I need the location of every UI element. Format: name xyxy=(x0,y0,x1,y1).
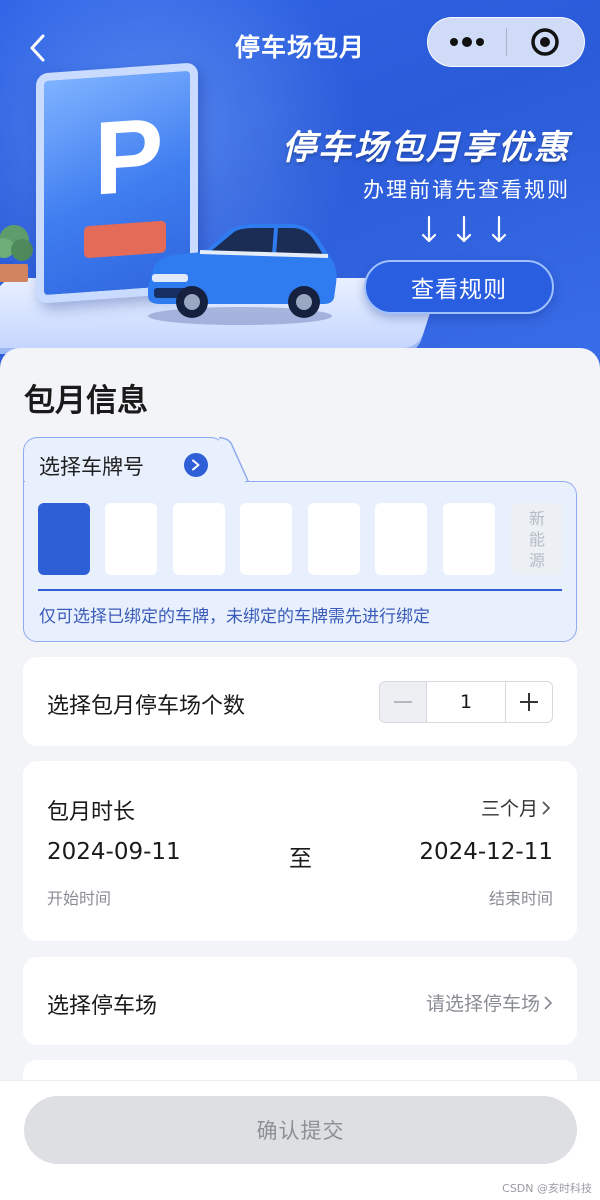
minus-icon xyxy=(394,701,412,703)
plate-hint: 仅可选择已绑定的车牌，未绑定的车牌需先进行绑定 xyxy=(39,607,430,627)
plate-tab-cover xyxy=(24,481,245,493)
duration-label: 包月时长 xyxy=(47,800,136,825)
end-date[interactable]: 2024-12-11 xyxy=(419,839,553,865)
view-rules-button[interactable]: 查看规则 xyxy=(364,260,554,314)
date-separator: 至 xyxy=(289,846,312,872)
increment-button[interactable] xyxy=(505,682,552,722)
plate-underline xyxy=(38,589,562,591)
new-energy-char-1: 新 xyxy=(528,508,545,528)
end-date-label: 结束时间 xyxy=(488,889,553,908)
down-arrows-icon xyxy=(421,215,507,243)
chevron-right-icon xyxy=(542,801,550,814)
parking-sign-letter: P xyxy=(94,96,164,218)
parking-lot-card[interactable]: 选择停车场 请选择停车场 xyxy=(23,957,577,1045)
plate-selector: 选择车牌号 新 能 源 仅可选择已绑定的车牌，未绑定的车牌需先进行绑定 xyxy=(23,437,577,642)
target-close-icon xyxy=(531,28,560,56)
parking-lot-label: 选择停车场 xyxy=(47,994,158,1019)
promo-headline: 停车场包月享优惠 xyxy=(282,128,570,168)
duration-value: 三个月 xyxy=(480,798,538,820)
section-title: 包月信息 xyxy=(24,383,148,419)
plant-illustration xyxy=(0,225,33,282)
parking-lot-selector[interactable]: 请选择停车场 xyxy=(426,989,553,1016)
plate-char-box-7[interactable] xyxy=(443,503,495,575)
new-energy-char-3: 源 xyxy=(528,550,545,570)
parking-count-label: 选择包月停车场个数 xyxy=(47,694,246,719)
plate-label: 选择车牌号 xyxy=(39,455,144,479)
duration-selector[interactable]: 三个月 xyxy=(481,794,551,821)
plus-icon xyxy=(520,693,538,711)
promo-banner: P 停车场包月 停车场包月享优惠 办理前请先查看规则 查看规则 xyxy=(0,0,600,380)
new-energy-box[interactable]: 新 能 源 xyxy=(511,503,563,575)
mini-program-capsule xyxy=(427,17,585,67)
submit-button[interactable]: 确认提交 xyxy=(24,1096,577,1164)
parking-count-card: 选择包月停车场个数 1 xyxy=(23,657,577,746)
watermark: CSDN @亥时科技 xyxy=(502,1182,592,1195)
car-illustration xyxy=(148,224,337,325)
start-date[interactable]: 2024-09-11 xyxy=(47,839,181,865)
plate-char-box-4[interactable] xyxy=(240,503,292,575)
new-energy-char-2: 能 xyxy=(528,529,545,549)
plate-char-box-2[interactable] xyxy=(105,503,157,575)
start-date-label: 开始时间 xyxy=(47,889,112,908)
bottom-bar: 确认提交 CSDN @亥时科技 xyxy=(0,1080,600,1200)
plate-char-box-3[interactable] xyxy=(173,503,225,575)
close-mini-program-button[interactable] xyxy=(507,18,584,66)
duration-card: 包月时长 三个月 2024-09-11 至 2024-12-11 开始时间 结束… xyxy=(23,761,577,941)
parking-lot-placeholder: 请选择停车场 xyxy=(425,993,540,1015)
quantity-value[interactable]: 1 xyxy=(427,682,505,722)
more-dots-icon xyxy=(450,37,484,47)
plate-char-box-6[interactable] xyxy=(375,503,427,575)
plate-char-box-1[interactable] xyxy=(38,503,90,575)
promo-subline: 办理前请先查看规则 xyxy=(363,178,570,202)
plate-character-boxes: 新 能 源 xyxy=(38,503,563,575)
more-button[interactable] xyxy=(428,18,506,66)
quantity-stepper: 1 xyxy=(379,681,553,723)
chevron-right-circle-icon[interactable] xyxy=(184,453,208,477)
chevron-right-icon xyxy=(544,996,552,1009)
decrement-button[interactable] xyxy=(380,682,427,722)
plate-char-box-5[interactable] xyxy=(308,503,360,575)
